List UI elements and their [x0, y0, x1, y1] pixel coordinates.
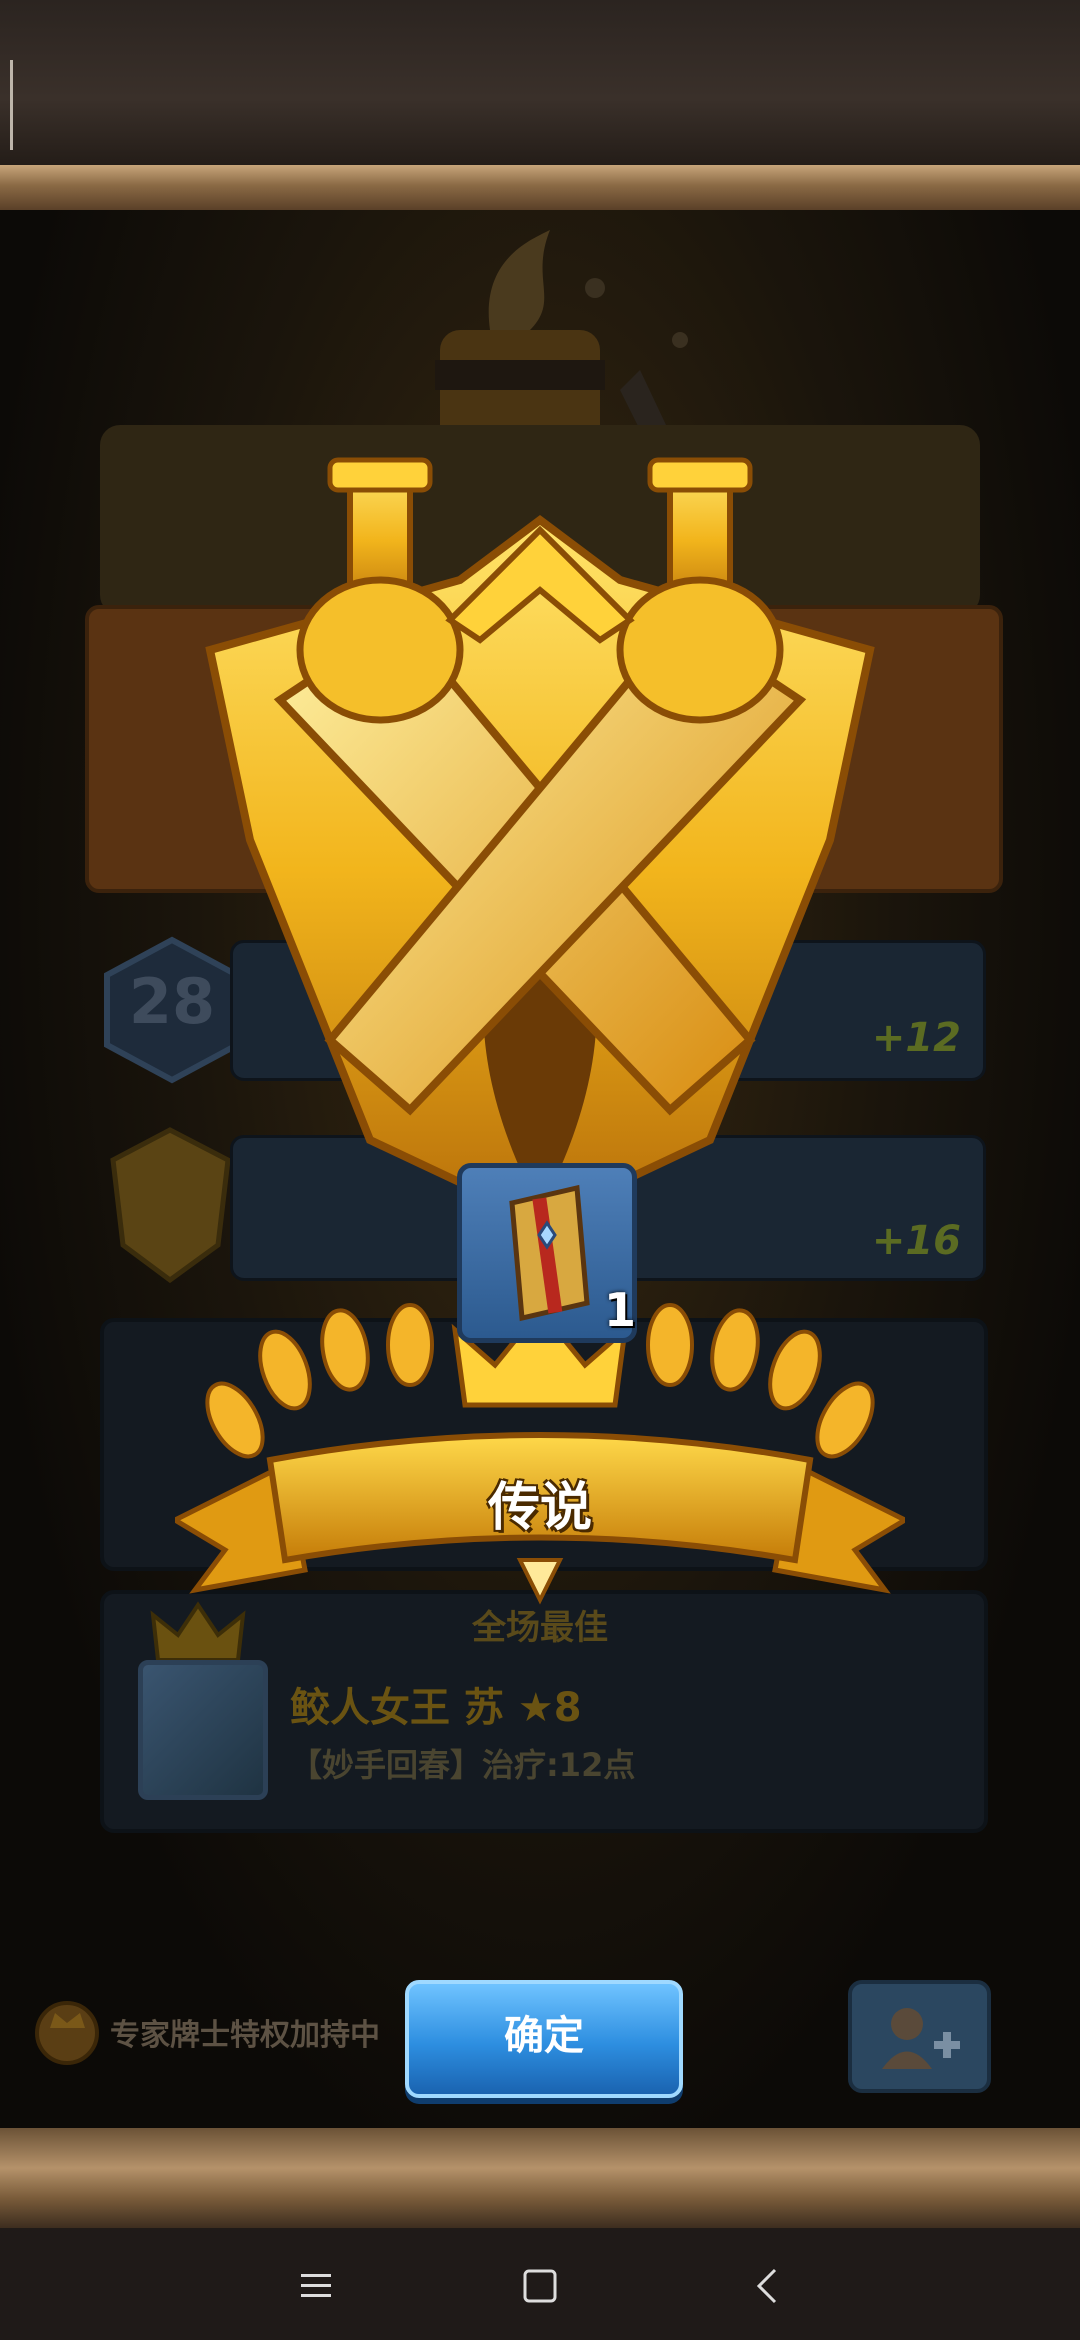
rank-label: 传说 — [487, 1478, 592, 1538]
bottom-wood-border — [0, 2128, 1080, 2228]
reward-count: 1 — [604, 1283, 637, 1337]
text-cursor — [10, 60, 13, 150]
add-friend-button[interactable] — [848, 1980, 991, 2093]
hero-portrait — [138, 1660, 268, 1800]
expert-status-text: 专家牌士特权加持中 — [110, 2018, 380, 2053]
confirm-button[interactable]: 确定 — [405, 1980, 683, 2098]
expert-badge-icon — [35, 2001, 99, 2065]
menu-icon[interactable] — [276, 2246, 356, 2326]
add-friend-icon — [882, 2008, 960, 2069]
back-icon[interactable] — [727, 2246, 807, 2326]
top-frame — [0, 0, 1080, 210]
top-wood-border — [0, 165, 1080, 210]
card-pack-icon — [509, 1184, 590, 1322]
home-icon[interactable] — [500, 2246, 580, 2326]
hero-name: 鲛人女王 苏 ★8 — [290, 1685, 582, 1731]
legend-emblem-icon — [205, 457, 875, 1225]
hero-skill-text: 【妙手回春】治疗:12点 — [290, 1746, 636, 1784]
